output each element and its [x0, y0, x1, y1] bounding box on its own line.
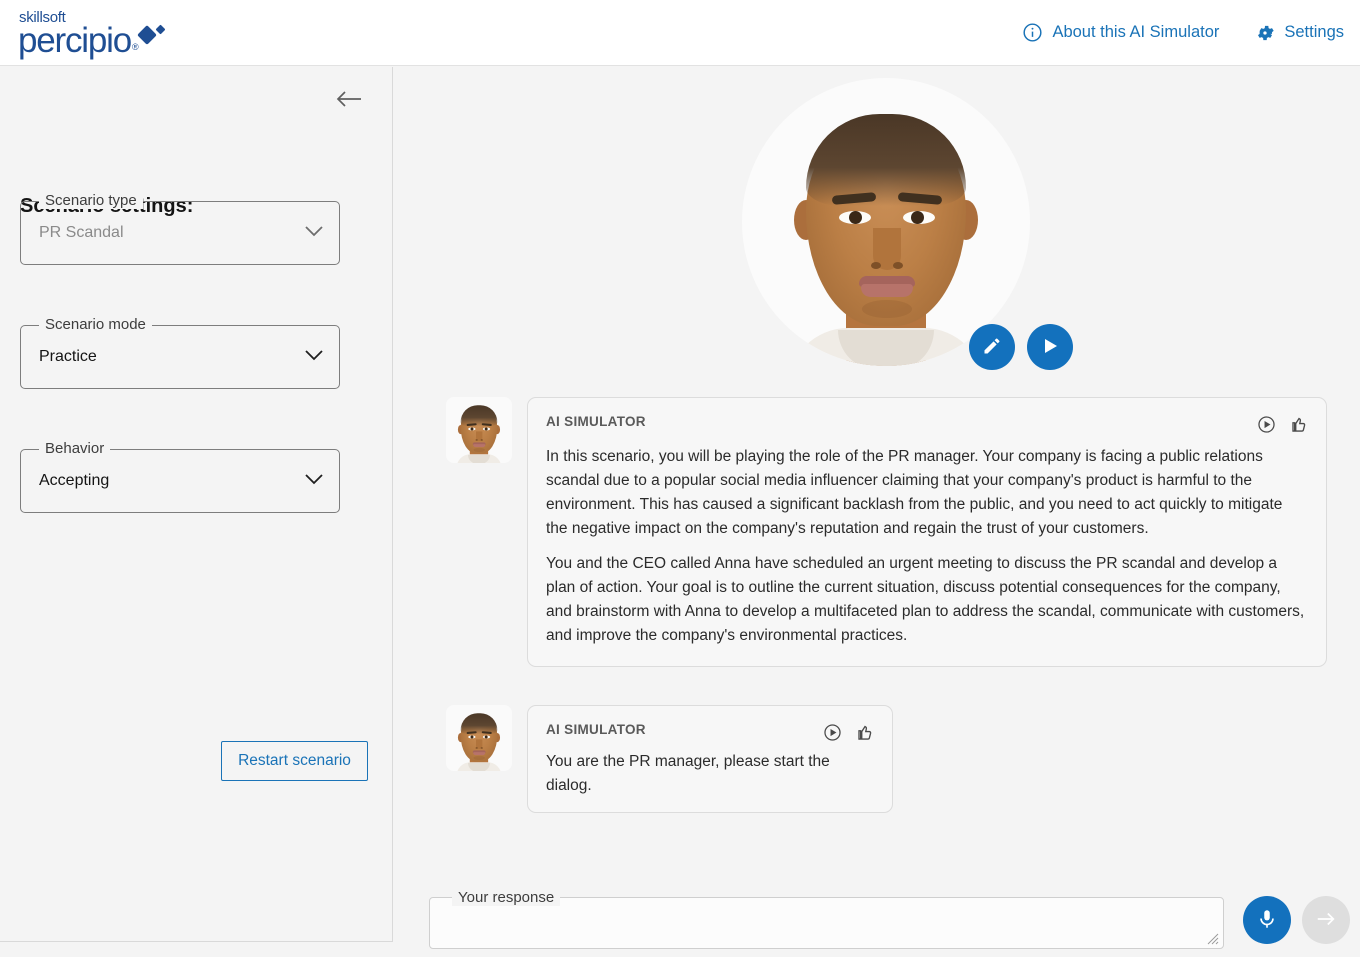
- thumbs-up-icon[interactable]: [1288, 414, 1308, 434]
- message-paragraph: In this scenario, you will be playing th…: [546, 448, 1283, 538]
- avatar: [446, 397, 512, 463]
- scenario-mode-select[interactable]: Scenario mode Practice: [20, 316, 340, 389]
- message-speaker: AI SIMULATOR: [546, 722, 646, 738]
- pencil-icon: [982, 336, 1002, 359]
- chevron-down-icon[interactable]: [305, 224, 323, 242]
- play-avatar-button[interactable]: [1027, 324, 1073, 370]
- chevron-down-icon[interactable]: [305, 472, 323, 490]
- collapse-sidebar-button[interactable]: [336, 89, 362, 114]
- microphone-icon: [1256, 908, 1278, 933]
- avatar-hero: [394, 67, 1360, 387]
- ai-simulator-app: skillsoft percipio ® About this AI Simul…: [0, 0, 1360, 957]
- settings-link[interactable]: Settings: [1255, 23, 1344, 43]
- chevron-down-icon[interactable]: [305, 348, 323, 366]
- message-bubble: AI SIMULATOR: [527, 397, 1327, 668]
- thumbs-up-icon[interactable]: [854, 722, 874, 742]
- main-panel: AI SIMULATOR In this scenario, you will …: [394, 67, 1360, 957]
- behavior-value: Accepting: [39, 472, 110, 489]
- behavior-label: Behavior: [39, 440, 111, 457]
- microphone-button[interactable]: [1243, 896, 1291, 944]
- scenario-mode-value: Practice: [39, 348, 97, 365]
- play-circle-icon[interactable]: [823, 723, 842, 742]
- restart-scenario-button[interactable]: Restart scenario: [221, 741, 368, 781]
- edit-avatar-button[interactable]: [969, 324, 1015, 370]
- gear-icon: [1255, 23, 1275, 43]
- header-actions: About this AI Simulator Settings: [1022, 22, 1360, 43]
- arrow-right-icon: [1315, 909, 1337, 932]
- scenario-mode-label: Scenario mode: [39, 316, 152, 333]
- settings-label: Settings: [1284, 23, 1344, 41]
- app-header: skillsoft percipio ® About this AI Simul…: [0, 0, 1360, 66]
- about-simulator-label: About this AI Simulator: [1052, 23, 1220, 41]
- about-simulator-link[interactable]: About this AI Simulator: [1022, 22, 1219, 43]
- brand-percipio-text: percipio: [18, 20, 132, 60]
- message-paragraph: You and the CEO called Anna have schedul…: [546, 555, 1305, 645]
- message-paragraph: You are the PR manager, please start the…: [546, 753, 830, 795]
- response-field-wrapper: Your response: [429, 889, 1224, 949]
- ai-avatar-portrait: [742, 78, 1030, 366]
- info-circle-icon: [1022, 22, 1043, 43]
- chat-message: AI SIMULATOR: [394, 397, 1360, 668]
- response-input[interactable]: [430, 898, 1223, 948]
- send-response-button[interactable]: [1302, 896, 1350, 944]
- chat-transcript: AI SIMULATOR In this scenario, you will …: [394, 397, 1360, 814]
- behavior-select[interactable]: Behavior Accepting: [20, 440, 340, 513]
- brand-diamond-icon: [136, 24, 169, 56]
- message-bubble: AI SIMULATOR: [527, 705, 893, 814]
- message-speaker: AI SIMULATOR: [546, 414, 646, 429]
- scenario-settings-sidebar: Scenario settings: Scenario type PR Scan…: [0, 67, 393, 942]
- play-icon: [1041, 337, 1059, 358]
- play-circle-icon[interactable]: [1257, 415, 1276, 434]
- chat-message: AI SIMULATOR: [394, 705, 1360, 814]
- scenario-type-value: PR Scandal: [39, 224, 124, 241]
- scenario-type-label: Scenario type: [39, 192, 143, 209]
- response-bar: Your response: [429, 889, 1360, 957]
- avatar: [446, 705, 512, 772]
- scenario-type-select[interactable]: Scenario type PR Scandal: [20, 192, 340, 265]
- brand-logo[interactable]: skillsoft percipio ®: [0, 10, 169, 60]
